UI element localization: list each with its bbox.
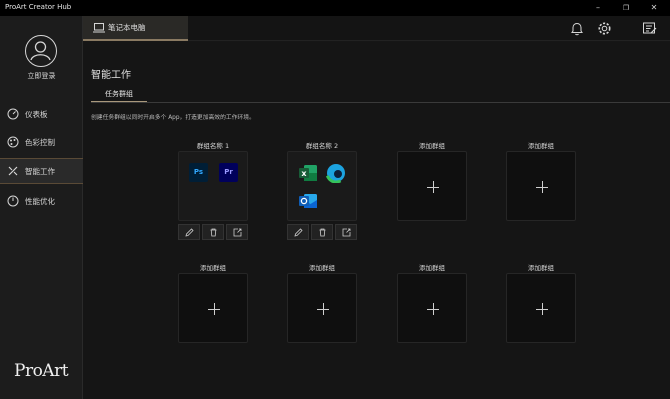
proart-logo: ProArt — [14, 361, 69, 381]
group-name: 添加群组 — [528, 264, 554, 272]
main-content: 智能工作 任务群组 创建任务群组以同时开启多个 App，打造更加高效的工作环境。… — [83, 42, 670, 399]
app-window: ProArt Creator Hub – ❐ ✕ 立即登录 仪表板 色彩控制 智… — [0, 0, 670, 399]
add-group-button[interactable] — [506, 151, 576, 221]
tab-laptop[interactable]: 笔记本电脑 — [83, 16, 188, 41]
premiere-icon: Pr — [219, 163, 238, 182]
performance-icon — [7, 195, 19, 207]
add-group-button[interactable] — [287, 273, 357, 343]
group-name: 添加群组 — [419, 142, 445, 150]
group-box[interactable]: Ps Pr — [178, 151, 248, 221]
delete-icon[interactable] — [202, 224, 224, 240]
tab-label: 笔记本电脑 — [108, 23, 146, 32]
group-name: 添加群组 — [528, 142, 554, 150]
sidebar-item-smart-work[interactable]: 智能工作 — [0, 158, 83, 184]
plus-icon — [536, 303, 548, 315]
title-bar: ProArt Creator Hub – ❐ ✕ — [0, 0, 670, 16]
sidebar-item-label: 仪表板 — [25, 109, 48, 119]
group-actions — [178, 224, 248, 240]
login-link[interactable]: 立即登录 — [0, 71, 83, 81]
plus-icon — [536, 181, 548, 193]
bell-icon[interactable] — [570, 21, 584, 38]
gauge-icon — [7, 108, 19, 120]
group-name: 群组名称 1 — [196, 142, 230, 150]
top-bar: 笔记本电脑 — [83, 16, 670, 41]
group-name: 群组名称 2 — [305, 142, 339, 150]
add-group-button[interactable] — [397, 151, 467, 221]
page-title: 智能工作 — [91, 70, 131, 81]
add-group-button[interactable] — [178, 273, 248, 343]
plus-icon — [208, 303, 220, 315]
tab-divider — [91, 102, 670, 103]
sidebar-item-label: 色彩控制 — [25, 137, 55, 147]
export-icon[interactable] — [335, 224, 357, 240]
edge-icon — [325, 162, 347, 184]
sidebar-item-color-control[interactable]: 色彩控制 — [0, 129, 83, 155]
add-group-button[interactable] — [397, 273, 467, 343]
sidebar-item-dashboard[interactable]: 仪表板 — [0, 101, 83, 127]
sidebar-item-label: 性能优化 — [25, 196, 55, 206]
edit-icon[interactable] — [178, 224, 200, 240]
minimize-icon[interactable]: – — [584, 0, 612, 16]
tools-icon — [7, 165, 19, 177]
svg-text:x: x — [301, 169, 307, 178]
avatar-icon[interactable] — [25, 35, 57, 67]
group-name: 添加群组 — [309, 264, 335, 272]
group-name: 添加群组 — [419, 264, 445, 272]
add-group-button[interactable] — [506, 273, 576, 343]
close-icon[interactable]: ✕ — [640, 0, 668, 16]
sidebar: 立即登录 仪表板 色彩控制 智能工作 性能优化 ProArt — [0, 16, 83, 399]
group-actions — [287, 224, 357, 240]
palette-icon — [7, 136, 19, 148]
group-box[interactable]: x — [287, 151, 357, 221]
window-title: ProArt Creator Hub — [5, 3, 72, 11]
excel-icon: x — [298, 163, 318, 183]
export-icon[interactable] — [226, 224, 248, 240]
group-name: 添加群组 — [200, 264, 226, 272]
plus-icon — [427, 181, 439, 193]
outlook-icon — [298, 191, 318, 211]
tab-task-groups[interactable]: 任务群组 — [91, 89, 147, 103]
plus-icon — [427, 303, 439, 315]
sidebar-item-label: 智能工作 — [25, 166, 55, 176]
feedback-icon[interactable] — [642, 21, 657, 38]
laptop-icon — [93, 23, 105, 35]
maximize-icon[interactable]: ❐ — [612, 0, 640, 16]
plus-icon — [317, 303, 329, 315]
sidebar-item-performance[interactable]: 性能优化 — [0, 188, 83, 214]
delete-icon[interactable] — [311, 224, 333, 240]
gear-icon[interactable] — [597, 21, 612, 38]
page-description: 创建任务群组以同时开启多个 App，打造更加高效的工作环境。 — [91, 115, 255, 121]
photoshop-icon: Ps — [189, 163, 208, 182]
edit-icon[interactable] — [287, 224, 309, 240]
